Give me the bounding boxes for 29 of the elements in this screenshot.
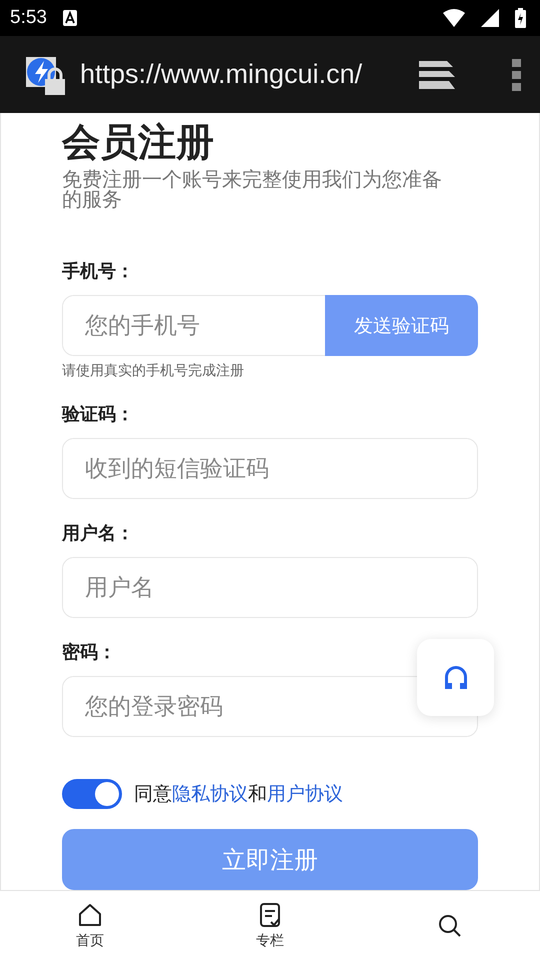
field-label: 验证码：: [62, 403, 135, 426]
agreement-text: 同意隐私协议和用户协议: [134, 782, 343, 807]
field-hint: 请使用真实的手机号完成注册: [62, 362, 245, 380]
support-button[interactable]: [417, 639, 494, 716]
agree-toggle[interactable]: [62, 779, 122, 809]
agreement-link[interactable]: 用户协议: [267, 783, 343, 805]
register-button[interactable]: 立即注册: [62, 829, 478, 890]
field-label: 密码：: [62, 641, 117, 664]
tabs-icon[interactable]: [419, 60, 456, 88]
agreement-link[interactable]: 隐私协议: [172, 783, 248, 805]
signal-icon: [481, 9, 499, 27]
more-icon[interactable]: [512, 58, 522, 90]
search-icon: [437, 912, 463, 938]
page-subtitle: 免费注册一个账号来完整使用我们为您准备的服务: [62, 169, 443, 209]
home-icon: [77, 902, 103, 928]
send-code-button[interactable]: 发送验证码: [325, 295, 478, 356]
field-label: 用户名：: [62, 522, 135, 545]
input-field[interactable]: 收到的短信验证码: [62, 438, 478, 499]
page-title: 会员注册: [62, 119, 215, 166]
battery-icon: [515, 8, 526, 28]
status-time: 5:53: [10, 7, 47, 29]
notification-icon: [62, 10, 77, 26]
password-field[interactable]: 您的登录密码: [62, 676, 478, 737]
wifi-icon: [443, 9, 465, 27]
field-label: 手机号：: [62, 260, 135, 283]
input-field[interactable]: 用户名: [62, 557, 478, 618]
secure-site-icon: [26, 54, 66, 94]
note-check-icon: [257, 902, 283, 928]
phone-field[interactable]: 您的手机号: [62, 295, 325, 356]
